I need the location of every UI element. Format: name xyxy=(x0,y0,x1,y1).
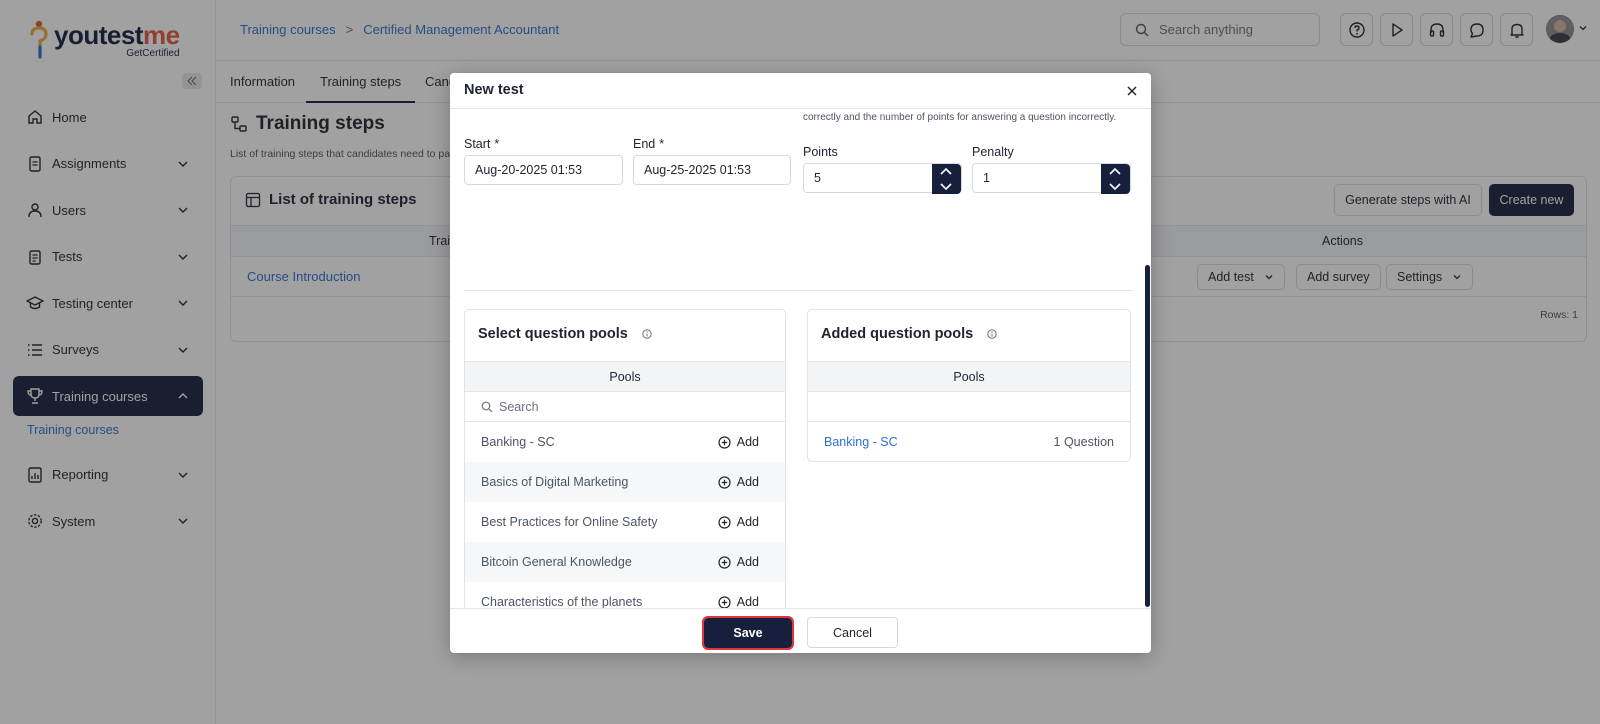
add-pool-button[interactable]: Add xyxy=(718,475,759,489)
added-pool-question-count: 1 Question xyxy=(1053,435,1114,449)
pool-name: Best Practices for Online Safety xyxy=(481,515,658,529)
added-pools-column-header: Pools xyxy=(808,361,1130,392)
add-pool-button[interactable]: Add xyxy=(718,515,759,529)
chevron-down-icon[interactable] xyxy=(939,181,953,191)
select-pools-heading: Select question pools xyxy=(478,326,652,342)
section-divider xyxy=(464,290,1133,291)
modal-header: New test xyxy=(450,73,1151,109)
points-stepper[interactable]: 5 xyxy=(803,163,962,194)
list-item: Bitcoin General Knowledge Add xyxy=(465,542,785,582)
end-date-input[interactable]: Aug-25-2025 01:53 xyxy=(633,155,791,185)
added-pools-heading: Added question pools xyxy=(821,326,997,342)
plus-circle-icon xyxy=(718,595,731,608)
info-icon[interactable] xyxy=(642,329,652,339)
points-value: 5 xyxy=(814,171,821,185)
list-item: Banking - SC 1 Question xyxy=(808,422,1130,461)
add-pool-button[interactable]: Add xyxy=(718,555,759,569)
plus-circle-icon xyxy=(718,475,731,489)
add-label: Add xyxy=(736,515,759,529)
plus-circle-icon xyxy=(718,515,731,529)
modal-footer: Save Cancel xyxy=(450,608,1151,653)
add-pool-button[interactable]: Add xyxy=(718,435,759,449)
modal-title: New test xyxy=(464,82,524,98)
plus-circle-icon xyxy=(718,435,731,449)
list-item: Banking - SC Add xyxy=(465,422,785,462)
select-question-pools-panel: Select question pools Pools Search Banki… xyxy=(464,309,786,608)
points-label: Points xyxy=(803,145,838,159)
cancel-button[interactable]: Cancel xyxy=(807,617,898,648)
pool-name: Bitcoin General Knowledge xyxy=(481,555,632,569)
points-stepper-buttons[interactable] xyxy=(932,164,961,194)
penalty-stepper[interactable]: 1 xyxy=(972,163,1131,194)
select-pools-title: Select question pools xyxy=(478,326,628,342)
start-date-input[interactable]: Aug-20-2025 01:53 xyxy=(464,155,623,185)
pool-name: Banking - SC xyxy=(481,435,555,449)
end-label: End * xyxy=(633,137,665,151)
penalty-value: 1 xyxy=(983,171,990,185)
added-pools-filter-row xyxy=(808,392,1130,422)
search-icon xyxy=(481,401,493,412)
add-label: Add xyxy=(736,435,759,449)
close-icon[interactable] xyxy=(1125,84,1139,98)
added-pool-link[interactable]: Banking - SC xyxy=(824,435,1054,449)
chevron-down-icon[interactable] xyxy=(1108,181,1122,191)
list-item: Basics of Digital Marketing Add xyxy=(465,462,785,502)
modal-body: correctly and the number of points for a… xyxy=(450,109,1151,608)
list-item: Best Practices for Online Safety Add xyxy=(465,502,785,542)
add-label: Add xyxy=(736,555,759,569)
add-label: Add xyxy=(736,475,759,489)
chevron-up-icon[interactable] xyxy=(1108,167,1122,177)
penalty-stepper-buttons[interactable] xyxy=(1101,164,1130,194)
penalty-label: Penalty xyxy=(972,145,1014,159)
add-label: Add xyxy=(736,595,759,608)
pools-column-header: Pools xyxy=(465,361,785,392)
add-pool-button[interactable]: Add xyxy=(718,595,759,608)
modal-scrollbar[interactable] xyxy=(1145,265,1150,607)
pool-name: Basics of Digital Marketing xyxy=(481,475,629,489)
plus-circle-icon xyxy=(718,555,731,569)
points-hint-text: correctly and the number of points for a… xyxy=(803,112,1117,123)
save-button[interactable]: Save xyxy=(702,616,794,650)
pools-search-placeholder: Search xyxy=(499,399,539,414)
info-icon[interactable] xyxy=(987,329,997,339)
new-test-modal: New test correctly and the number of poi… xyxy=(450,73,1151,653)
pools-search-input[interactable]: Search xyxy=(465,392,785,422)
start-label: Start * xyxy=(464,137,500,151)
added-question-pools-panel: Added question pools Pools Banking - SC … xyxy=(807,309,1131,462)
pool-name: Characteristics of the planets xyxy=(481,595,643,608)
added-pools-title: Added question pools xyxy=(821,326,974,342)
chevron-up-icon[interactable] xyxy=(939,167,953,177)
list-item: Characteristics of the planets Add xyxy=(465,582,785,608)
